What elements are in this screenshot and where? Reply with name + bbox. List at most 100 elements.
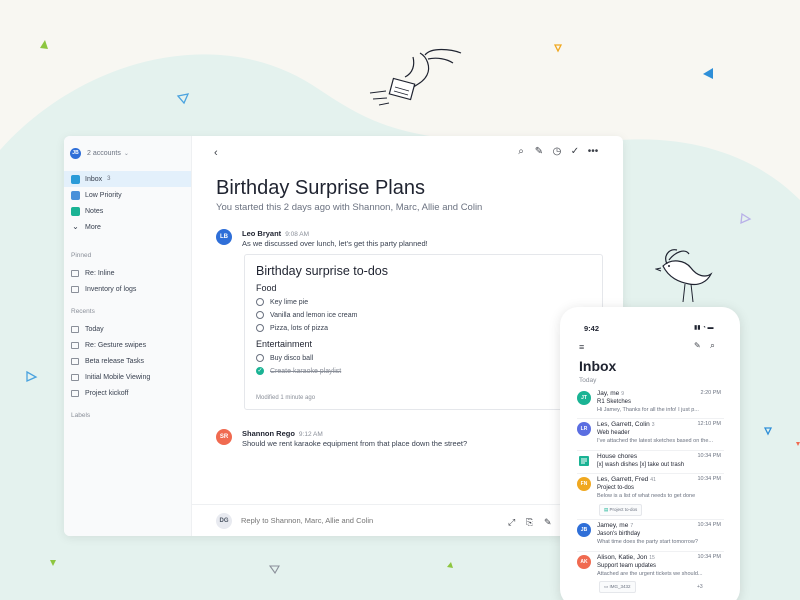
- desktop-app-window: JB 2 accounts ⌄ Inbox 3 Low Priority Not…: [64, 136, 623, 536]
- sidebar: JB 2 accounts ⌄ Inbox 3 Low Priority Not…: [64, 136, 192, 536]
- list-item[interactable]: FN Les, Garrett, Fred 41 10:34 PM Project…: [577, 475, 724, 520]
- expand-icon[interactable]: ⤢: [508, 517, 515, 528]
- sender: Les, Garrett, Colin 3: [597, 421, 655, 428]
- avatar: SR: [216, 429, 232, 445]
- subject: Support team updates: [597, 563, 657, 569]
- message-time: 9:08 AM: [285, 231, 310, 238]
- todo-item-completed[interactable]: ✓ Create karaoke playlist: [256, 367, 341, 375]
- attachment-chip[interactable]: ▤ Project to-dos: [599, 504, 643, 516]
- todo-item-text: Vanilla and lemon ice cream: [270, 311, 358, 319]
- note-icon: [577, 454, 591, 468]
- todo-item[interactable]: Vanilla and lemon ice cream: [256, 311, 357, 319]
- search-icon[interactable]: ⌕: [515, 146, 527, 158]
- note-icon: [71, 325, 79, 333]
- timestamp: 2:20 PM: [700, 390, 721, 396]
- sidebar-item-recent[interactable]: Initial Mobile Viewing: [64, 369, 191, 385]
- check-icon[interactable]: ✓: [569, 146, 581, 158]
- checkbox[interactable]: [256, 354, 264, 362]
- pin-icon[interactable]: ✎: [694, 341, 701, 350]
- todo-card: Birthday surprise to-dos Food Key lime p…: [244, 254, 603, 410]
- checkbox[interactable]: [256, 298, 264, 306]
- sender: House chores: [597, 453, 637, 460]
- labels-section-label: Labels: [71, 411, 91, 419]
- todo-item-text: Create karaoke playlist: [270, 367, 342, 375]
- mail-icon: [71, 373, 79, 381]
- sidebar-item-low-priority[interactable]: Low Priority: [64, 187, 191, 203]
- thread-count: 9: [621, 391, 625, 397]
- sidebar-item-pinned[interactable]: Re: Inline: [64, 265, 191, 281]
- account-avatar: JB: [70, 147, 81, 159]
- checkbox[interactable]: [256, 311, 264, 319]
- back-arrow-icon[interactable]: ‹: [214, 147, 218, 159]
- checkbox[interactable]: [256, 324, 264, 332]
- sender: Jamey, me 7: [597, 522, 633, 529]
- sender: Jay, me 9: [597, 390, 624, 397]
- sender-name-text: Shannon Rego: [242, 429, 295, 438]
- timestamp: 12:10 PM: [697, 421, 721, 427]
- sender: Alison, Katie, Jon 15: [597, 554, 655, 561]
- account-switcher[interactable]: JB 2 accounts ⌄: [64, 146, 191, 160]
- reply-input[interactable]: [241, 516, 481, 525]
- sidebar-item-recent[interactable]: Project kickoff: [64, 385, 191, 401]
- sidebar-item-label: Beta release Tasks: [85, 357, 145, 365]
- todo-section-heading: Food: [256, 283, 277, 293]
- menu-icon[interactable]: ≡: [579, 342, 584, 352]
- timestamp: 10:34 PM: [697, 554, 721, 560]
- status-icons: ▮▮ ◔ ▬: [694, 325, 714, 331]
- subject: Project to-dos: [597, 485, 635, 491]
- sidebar-item-label: Notes: [85, 207, 104, 215]
- sidebar-item-inbox[interactable]: Inbox 3: [64, 171, 191, 187]
- mail-icon: [71, 269, 79, 277]
- message-body: As we discussed over lunch, let's get th…: [242, 239, 428, 248]
- attachment-chip[interactable]: ▭ IMG_3432: [599, 581, 636, 593]
- mail-icon: [71, 357, 79, 365]
- avatar: AK: [577, 555, 591, 569]
- compose-icon[interactable]: ✎: [544, 517, 552, 528]
- search-icon[interactable]: ⌕: [710, 340, 715, 351]
- sidebar-item-pinned[interactable]: Inventory of logs: [64, 281, 191, 297]
- todo-item-text: Pizza, lots of pizza: [270, 324, 328, 332]
- list-item[interactable]: JT Jay, me 9 2:20 PM R1 Sketches Hi Jamey…: [577, 389, 724, 419]
- list-item[interactable]: House chores 10:34 PM [x] wash dishes [x…: [577, 452, 724, 474]
- chevron-down-icon: ⌄: [72, 221, 79, 231]
- todo-item[interactable]: Buy disco ball: [256, 354, 313, 362]
- notes-icon: [71, 206, 80, 216]
- note-icon: [71, 285, 79, 293]
- todo-item[interactable]: Key lime pie: [256, 298, 308, 306]
- avatar: JB: [577, 523, 591, 537]
- thread-count: 41: [650, 477, 656, 483]
- timestamp: 10:34 PM: [697, 522, 721, 528]
- todo-section-heading: Entertainment: [256, 339, 313, 349]
- sender-name: Leo Bryant 9:08 AM: [242, 229, 309, 238]
- thread-count: 7: [630, 523, 634, 529]
- sidebar-item-label: Re: Inline: [85, 269, 115, 277]
- sender-name: Shannon Rego 9:12 AM: [242, 429, 323, 438]
- list-item[interactable]: LR Les, Garrett, Colin 3 12:10 PM Web hea…: [577, 420, 724, 451]
- checked-checkbox-icon[interactable]: ✓: [256, 367, 264, 375]
- subject: [x] wash dishes [x] take out trash: [597, 462, 685, 468]
- todo-item[interactable]: Pizza, lots of pizza: [256, 324, 328, 332]
- sidebar-item-label: Initial Mobile Viewing: [85, 373, 151, 381]
- sidebar-item-more[interactable]: ⌄ More: [64, 219, 191, 235]
- sidebar-item-recent[interactable]: Beta release Tasks: [64, 353, 191, 369]
- attachment-icon[interactable]: ⎘: [526, 517, 533, 528]
- sidebar-item-recent[interactable]: Re: Gesture swipes: [64, 337, 191, 353]
- list-item[interactable]: AK Alison, Katie, Jon 15 10:34 PM Support…: [577, 553, 724, 600]
- sender-text: Jay, me: [597, 390, 620, 397]
- sidebar-item-recent[interactable]: Today: [64, 321, 191, 337]
- sender-text: Jamey, me: [597, 522, 629, 529]
- clock-icon[interactable]: ◷: [551, 146, 563, 158]
- subject: R1 Sketches: [597, 399, 632, 405]
- sidebar-item-label: Inbox: [85, 175, 103, 183]
- bird-doodle: [655, 249, 713, 303]
- more-options-icon[interactable]: •••: [587, 146, 599, 158]
- avatar: FN: [577, 477, 591, 491]
- sidebar-item-label: Today: [85, 325, 104, 333]
- sidebar-item-notes[interactable]: Notes: [64, 203, 191, 219]
- list-item[interactable]: JB Jamey, me 7 10:34 PM Jason's birthday …: [577, 521, 724, 552]
- pin-icon[interactable]: ✎: [533, 146, 545, 158]
- inbox-icon: [71, 174, 80, 184]
- avatar: LB: [216, 229, 232, 245]
- sender-name-text: Leo Bryant: [242, 229, 282, 238]
- sender-text: House chores: [597, 453, 638, 460]
